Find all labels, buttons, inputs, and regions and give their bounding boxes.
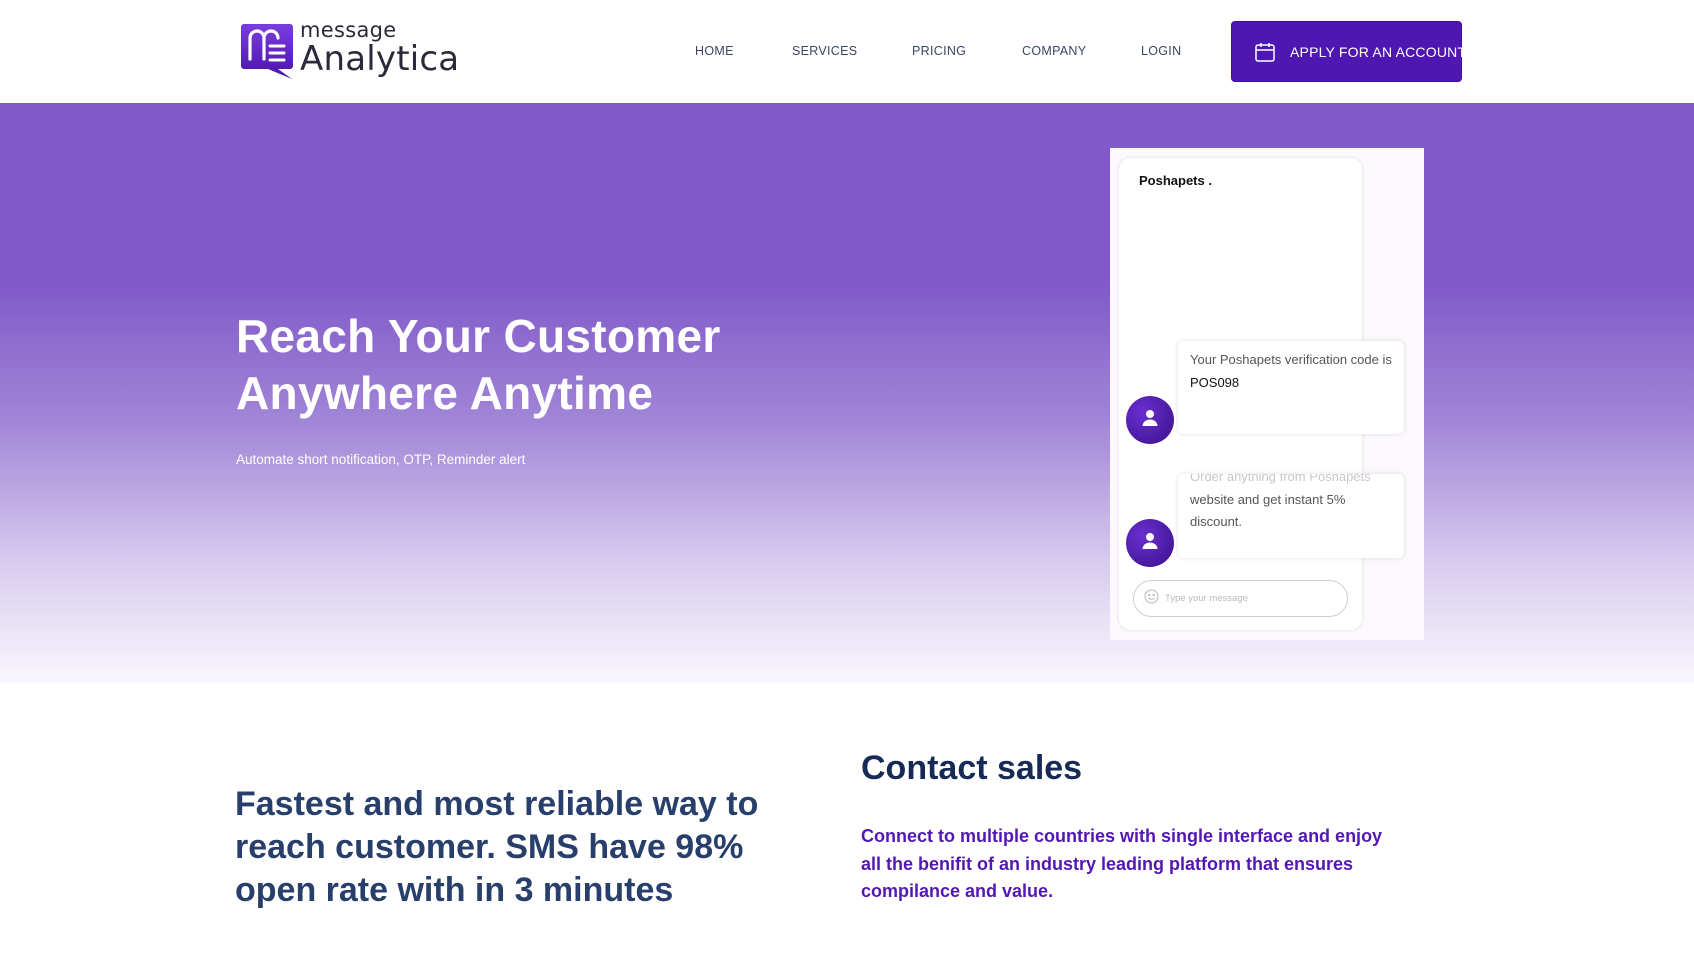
hero-section: Reach Your Customer Anywhere Anytime Aut…	[0, 103, 1694, 683]
user-avatar	[1126, 519, 1174, 567]
message-input-placeholder: Type your message	[1165, 593, 1248, 604]
nav-services[interactable]: SERVICES	[792, 44, 857, 58]
hero-subtitle: Automate short notification, OTP, Remind…	[236, 452, 526, 467]
nav-pricing[interactable]: PRICING	[912, 44, 966, 58]
user-icon	[1141, 409, 1159, 432]
apply-account-button[interactable]: APPLY FOR AN ACCOUNT	[1231, 21, 1466, 82]
apply-account-label: APPLY FOR AN ACCOUNT	[1290, 43, 1467, 60]
message-input[interactable]: Type your message	[1133, 580, 1348, 617]
nav-home[interactable]: HOME	[695, 44, 734, 58]
nav-company[interactable]: COMPANY	[1022, 44, 1086, 58]
smiley-icon[interactable]	[1144, 589, 1159, 609]
pitch-heading: Fastest and most reliable way to reach c…	[235, 785, 759, 909]
nav-login[interactable]: LOGIN	[1141, 44, 1181, 58]
logo-text-small: message	[300, 18, 397, 42]
chat-message-text: Your Poshapets verification code is	[1190, 352, 1392, 367]
contact-sales-title: Contact sales	[861, 749, 1083, 787]
chat-bubble-discount: Order anything from Poshapets website an…	[1178, 474, 1404, 558]
site-header: message Analytica HOME SERVICES PRICING …	[0, 0, 1694, 103]
user-icon	[1141, 532, 1159, 555]
chat-message-faded: Order anything from Poshapets	[1190, 474, 1371, 484]
chat-message-text: website and get instant 5% discount.	[1190, 491, 1346, 530]
phone-brand-name: Poshapets .	[1139, 173, 1212, 188]
calendar-icon	[1254, 41, 1276, 63]
hero-title-line-1: Reach Your Customer	[236, 310, 721, 362]
contact-sales-text: Connect to multiple countries with singl…	[861, 826, 1383, 901]
verification-code: POS098	[1190, 374, 1240, 390]
hero-title: Reach Your Customer Anywhere Anytime	[236, 308, 721, 422]
hero-title-line-2: Anywhere Anytime	[236, 367, 654, 419]
chat-bubble-verification: Your Poshapets verification code is POS0…	[1178, 341, 1404, 434]
user-avatar	[1126, 396, 1174, 444]
